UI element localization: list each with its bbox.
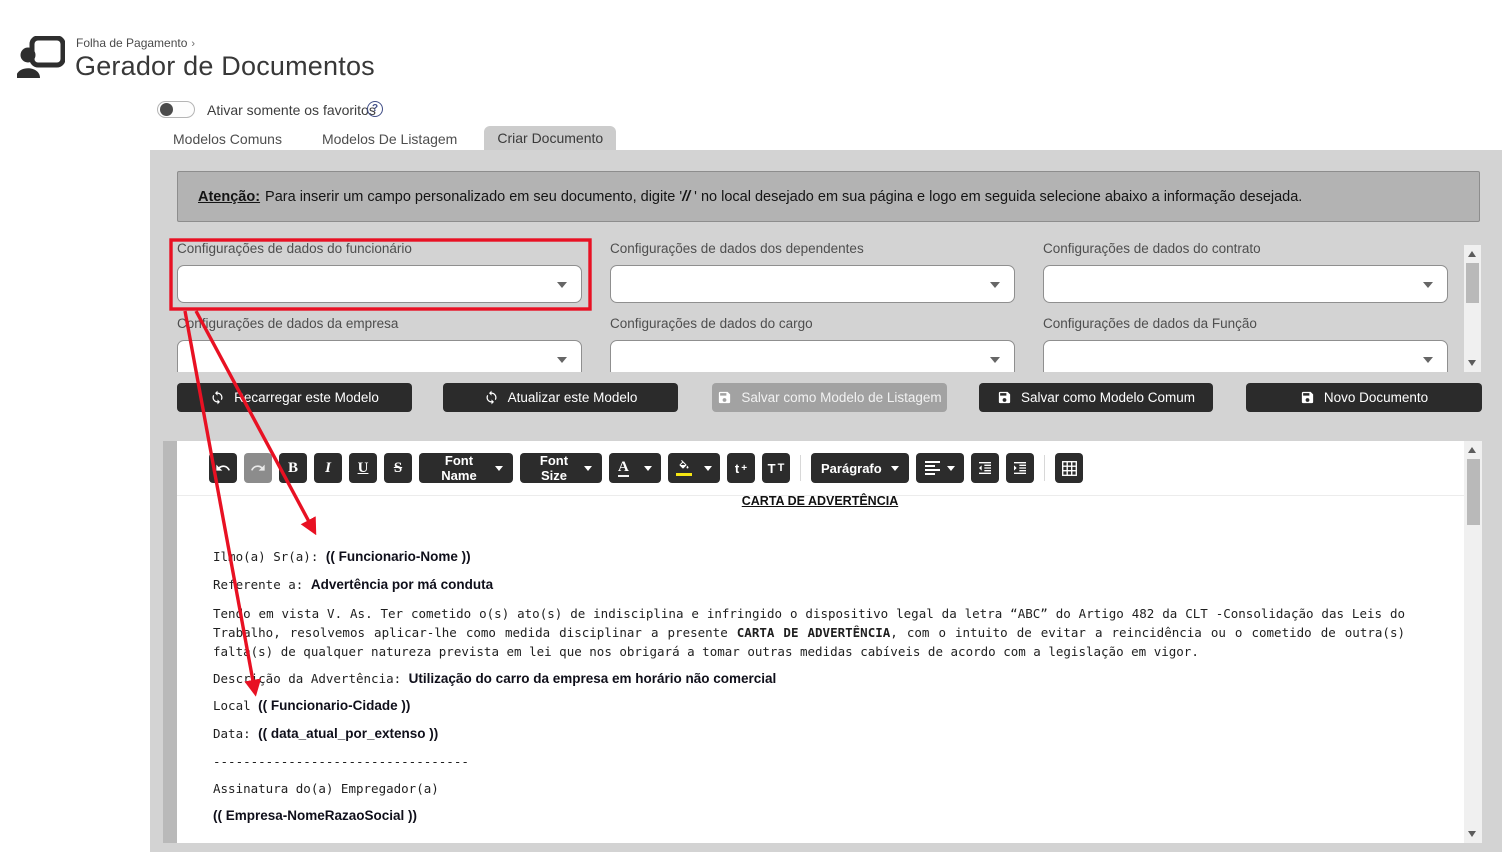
breadcrumb[interactable]: Folha de Pagamento › xyxy=(76,36,195,50)
refresh-icon xyxy=(212,390,223,405)
tab-criar-documento[interactable]: Criar Documento xyxy=(484,126,617,150)
notice-banner: Atenção: Para inserir um campo personaliz… xyxy=(177,171,1480,222)
line-description: Descrição da Advertência: Utilização do … xyxy=(213,671,776,686)
subject-text: Referente a: xyxy=(213,577,304,592)
button-label: Salvar como Modelo de Listagem xyxy=(741,390,942,405)
notice-slashes: // xyxy=(682,188,691,205)
toggle-knob xyxy=(160,103,173,116)
document-heading: CARTA DE ADVERTÊNCIA xyxy=(741,494,899,508)
document-content[interactable]: CARTA DE ADVERTÊNCIA Ilmo(a) Sr(a): (( F… xyxy=(177,441,1482,843)
description-text: Descrição da Advertência: xyxy=(213,671,409,686)
scrollbar-thumb[interactable] xyxy=(1466,459,1480,525)
page-title: Gerador de Documentos xyxy=(75,51,375,81)
field-label-cargo: Configurações de dados do cargo xyxy=(610,316,813,331)
description-bold-text: Utilização do carro da empresa em horári… xyxy=(408,671,777,686)
chevron-down-icon xyxy=(990,282,1000,288)
token-funcionario-cidade: (( Funcionario-Cidade )) xyxy=(258,698,411,713)
subject-bold-text: Advertência por má conduta xyxy=(310,577,494,592)
select-dados-funcao[interactable] xyxy=(1043,340,1448,372)
breadcrumb-label[interactable]: Folha de Pagamento xyxy=(76,36,187,50)
breadcrumb-caret-icon: › xyxy=(191,38,196,50)
notice-strong-label: Atenção: xyxy=(198,188,261,205)
notice-text-post: ' no local desejado em sua página e logo… xyxy=(690,188,1303,205)
fields-scrollbar[interactable] xyxy=(1464,245,1481,372)
line-body-paragraph: Tendo em vista V. As. Ter cometido o(s) … xyxy=(213,604,1405,661)
scroll-up-icon[interactable] xyxy=(1468,251,1476,257)
field-funcionario: Configurações de dados do funcionário xyxy=(177,241,582,303)
field-label-contrato: Configurações de dados do contrato xyxy=(1043,241,1261,256)
chevron-down-icon xyxy=(557,282,567,288)
scroll-down-icon[interactable] xyxy=(1468,360,1476,366)
select-dados-contrato[interactable] xyxy=(1043,265,1448,303)
save-icon xyxy=(998,391,1011,404)
chevron-down-icon xyxy=(1423,282,1433,288)
reload-model-button[interactable]: Recarregar este Modelo xyxy=(177,383,412,412)
select-dados-dependentes[interactable] xyxy=(610,265,1015,303)
token-empresa-razao-social: (( Empresa-NomeRazaoSocial )) xyxy=(213,808,418,823)
select-dados-funcionario[interactable] xyxy=(177,265,582,303)
scrollbar-thumb[interactable] xyxy=(1466,263,1479,303)
field-funcao: Configurações de dados da Função xyxy=(1043,316,1448,372)
select-dados-empresa[interactable] xyxy=(177,340,582,372)
chevron-down-icon xyxy=(557,357,567,363)
save-icon xyxy=(1301,391,1313,404)
favorites-toggle[interactable] xyxy=(157,101,195,118)
body-bold-text: CARTA DE ADVERTÊNCIA xyxy=(736,625,891,640)
new-document-button[interactable]: Novo Documento xyxy=(1246,383,1482,412)
token-data-atual: (( data_atual_por_extenso )) xyxy=(258,726,439,741)
button-label: Atualizar este Modelo xyxy=(507,390,638,405)
line-subject: Referente a: Advertência por má conduta xyxy=(213,577,493,592)
field-label-funcao: Configurações de dados da Função xyxy=(1043,316,1257,331)
refresh-icon xyxy=(486,390,497,405)
tab-modelos-de-listagem[interactable]: Modelos De Listagem xyxy=(309,126,470,150)
scroll-down-icon[interactable] xyxy=(1468,831,1476,837)
field-label-dependentes: Configurações de dados dos dependentes xyxy=(610,241,864,256)
chevron-down-icon xyxy=(990,357,1000,363)
document-editor: B I U S Font Name Font Size A t + TT Pará… xyxy=(163,441,1482,843)
token-funcionario-nome: (( Funcionario-Nome )) xyxy=(325,549,471,564)
field-settings-area: Configurações de dados do funcionário Co… xyxy=(177,241,1463,372)
line-date: Data: (( data_atual_por_extenso )) xyxy=(213,726,438,741)
field-contrato: Configurações de dados do contrato xyxy=(1043,241,1448,303)
scroll-up-icon[interactable] xyxy=(1468,447,1476,453)
line-local: Local (( Funcionario-Cidade )) xyxy=(213,698,410,713)
chevron-down-icon xyxy=(1423,357,1433,363)
tab-modelos-comuns[interactable]: Modelos Comuns xyxy=(160,126,295,150)
editor-scrollbar[interactable] xyxy=(1464,441,1482,843)
select-dados-cargo[interactable] xyxy=(610,340,1015,372)
line-salutation: Ilmo(a) Sr(a): (( Funcionario-Nome )) xyxy=(213,549,471,564)
update-model-button[interactable]: Atualizar este Modelo xyxy=(443,383,678,412)
save-as-listing-model-button[interactable]: Salvar como Modelo de Listagem xyxy=(712,383,947,412)
line-signature-rule: ---------------------------------- xyxy=(213,754,469,769)
line-company: (( Empresa-NomeRazaoSocial )) xyxy=(213,808,417,823)
local-text: Local xyxy=(213,698,259,713)
button-label: Recarregar este Modelo xyxy=(234,390,379,405)
field-label-empresa: Configurações de dados da empresa xyxy=(177,316,399,331)
tab-bar: Modelos Comuns Modelos De Listagem Criar… xyxy=(160,126,617,150)
favorites-toggle-label: Ativar somente os favoritos xyxy=(207,102,376,118)
document-generator-app-icon xyxy=(17,36,65,78)
salutation-text: Ilmo(a) Sr(a): xyxy=(213,549,319,564)
field-empresa: Configurações de dados da empresa xyxy=(177,316,582,372)
help-icon[interactable]: ? xyxy=(367,101,383,117)
button-label: Novo Documento xyxy=(1323,390,1429,405)
field-cargo: Configurações de dados do cargo xyxy=(610,316,1015,372)
save-as-common-model-button[interactable]: Salvar como Modelo Comum xyxy=(979,383,1213,412)
button-label: Salvar como Modelo Comum xyxy=(1020,390,1196,405)
line-signature-label: Assinatura do(a) Empregador(a) xyxy=(213,781,439,796)
field-label-funcionario: Configurações de dados do funcionário xyxy=(177,241,412,256)
save-icon xyxy=(719,391,731,404)
notice-text-pre: Para inserir um campo personalizado em s… xyxy=(265,188,683,205)
field-dependentes: Configurações de dados dos dependentes xyxy=(610,241,1015,303)
date-text: Data: xyxy=(213,726,251,741)
